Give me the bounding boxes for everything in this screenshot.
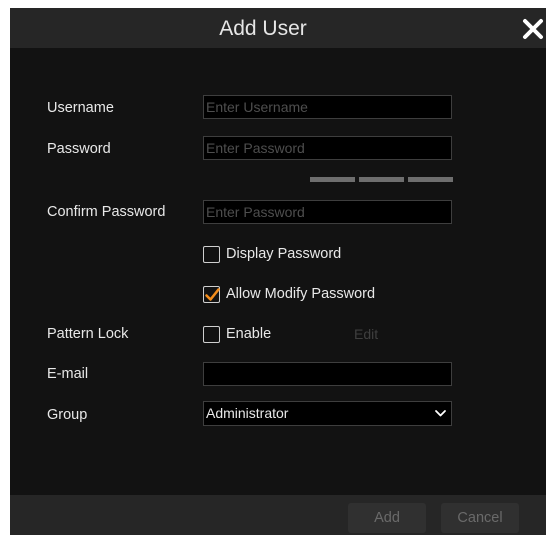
chevron-down-icon xyxy=(434,407,447,425)
dialog-titlebar: Add User xyxy=(10,8,546,48)
email-label: E-mail xyxy=(47,366,89,382)
dialog-footer: Add Cancel xyxy=(10,495,546,535)
pattern-lock-edit-button[interactable]: Edit xyxy=(354,324,378,344)
group-selected-value: Administrator xyxy=(206,405,289,421)
group-select[interactable]: Administrator xyxy=(203,401,452,426)
add-user-dialog: Add User Username Password Confirm Passw… xyxy=(10,8,546,535)
password-label: Password xyxy=(47,141,111,157)
dialog-title: Add User xyxy=(219,17,307,40)
display-password-label: Display Password xyxy=(226,246,342,262)
cancel-button[interactable]: Cancel xyxy=(441,503,519,533)
allow-modify-password-checkbox[interactable]: Allow Modify Password xyxy=(203,284,375,304)
group-label: Group xyxy=(47,407,88,423)
username-label: Username xyxy=(47,100,114,116)
password-input[interactable] xyxy=(203,136,452,160)
checkbox-box[interactable] xyxy=(203,325,220,343)
checkbox-box[interactable] xyxy=(203,245,220,263)
password-strength-segment xyxy=(310,177,355,182)
pattern-lock-enable-checkbox[interactable]: Enable xyxy=(203,324,271,344)
username-input[interactable] xyxy=(203,95,452,119)
password-strength-segment xyxy=(359,177,404,182)
add-button[interactable]: Add xyxy=(348,503,426,533)
display-password-checkbox[interactable]: Display Password xyxy=(203,244,341,264)
confirm-password-input[interactable] xyxy=(203,200,452,224)
pattern-lock-enable-label: Enable xyxy=(226,326,272,342)
password-strength-segment xyxy=(408,177,453,182)
pattern-lock-label: Pattern Lock xyxy=(47,326,129,342)
checkmark-icon xyxy=(205,287,220,301)
email-input[interactable] xyxy=(203,362,452,386)
confirm-password-label: Confirm Password xyxy=(47,204,166,220)
checkbox-box[interactable] xyxy=(203,285,220,303)
allow-modify-password-label: Allow Modify Password xyxy=(226,286,376,302)
close-icon[interactable] xyxy=(520,16,546,42)
